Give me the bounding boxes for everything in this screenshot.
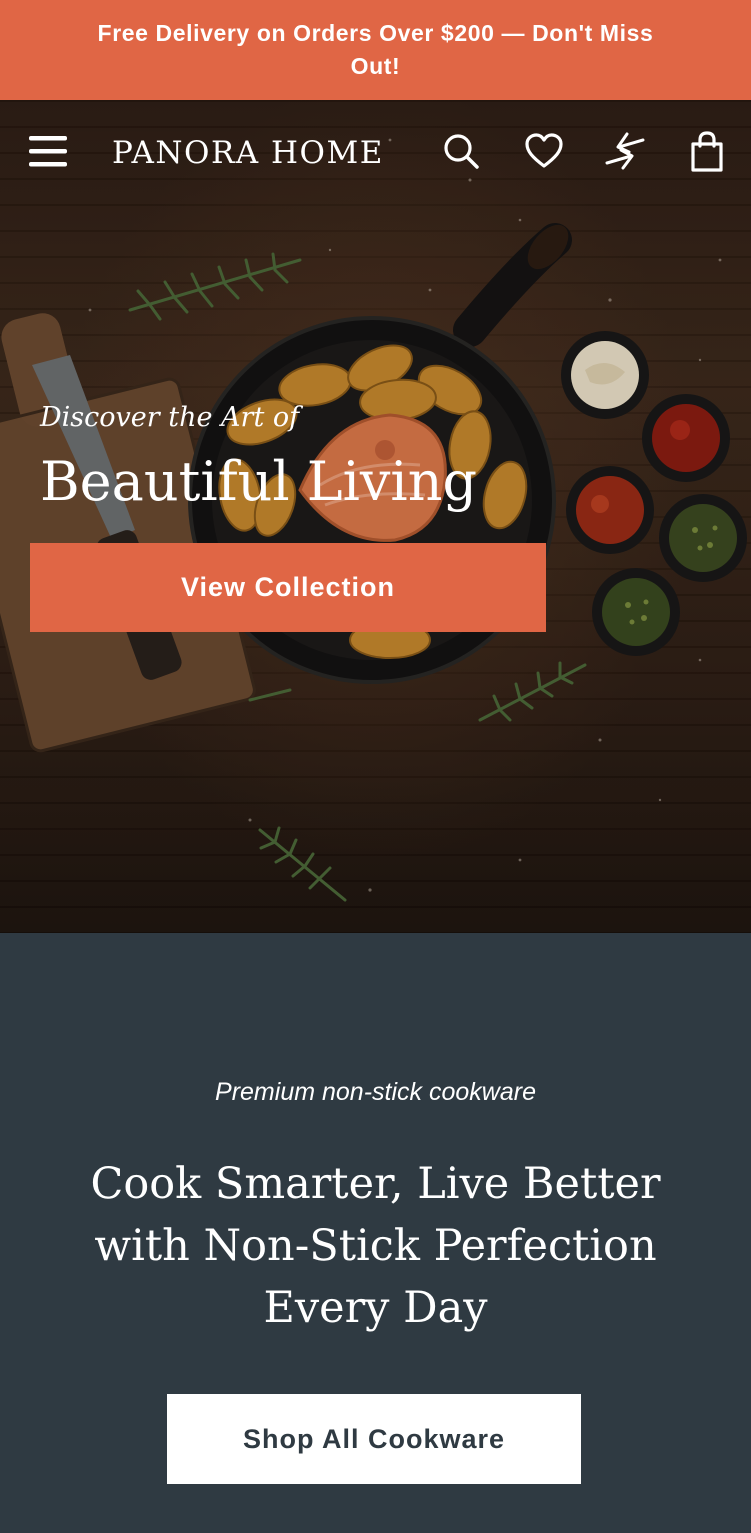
- hero-eyebrow: Discover the Art of: [40, 402, 300, 433]
- promo-title: Cook Smarter, Live Better with Non-Stick…: [90, 1159, 661, 1333]
- shop-all-cookware-button[interactable]: Shop All Cookware: [167, 1394, 581, 1484]
- compare-icon[interactable]: [605, 130, 645, 174]
- announcement-bar: Free Delivery on Orders Over $200 — Don'…: [0, 0, 751, 100]
- site-header: PANORA HOME: [0, 100, 751, 206]
- promo-section: Premium non-stick cookware Cook Smarter,…: [0, 933, 751, 1533]
- hero-title: Beautiful Living: [40, 450, 478, 513]
- heart-icon[interactable]: [524, 130, 564, 174]
- bag-icon[interactable]: [687, 130, 727, 174]
- promo-eyebrow: Premium non-stick cookware: [215, 1078, 536, 1106]
- page: Free Delivery on Orders Over $200 — Don'…: [0, 0, 751, 1533]
- brand-logo[interactable]: PANORA HOME: [112, 128, 384, 178]
- announcement-text: Free Delivery on Orders Over $200 — Don'…: [97, 20, 654, 79]
- menu-icon[interactable]: [26, 132, 70, 172]
- search-icon[interactable]: [441, 130, 481, 174]
- view-collection-button[interactable]: View Collection: [30, 543, 546, 632]
